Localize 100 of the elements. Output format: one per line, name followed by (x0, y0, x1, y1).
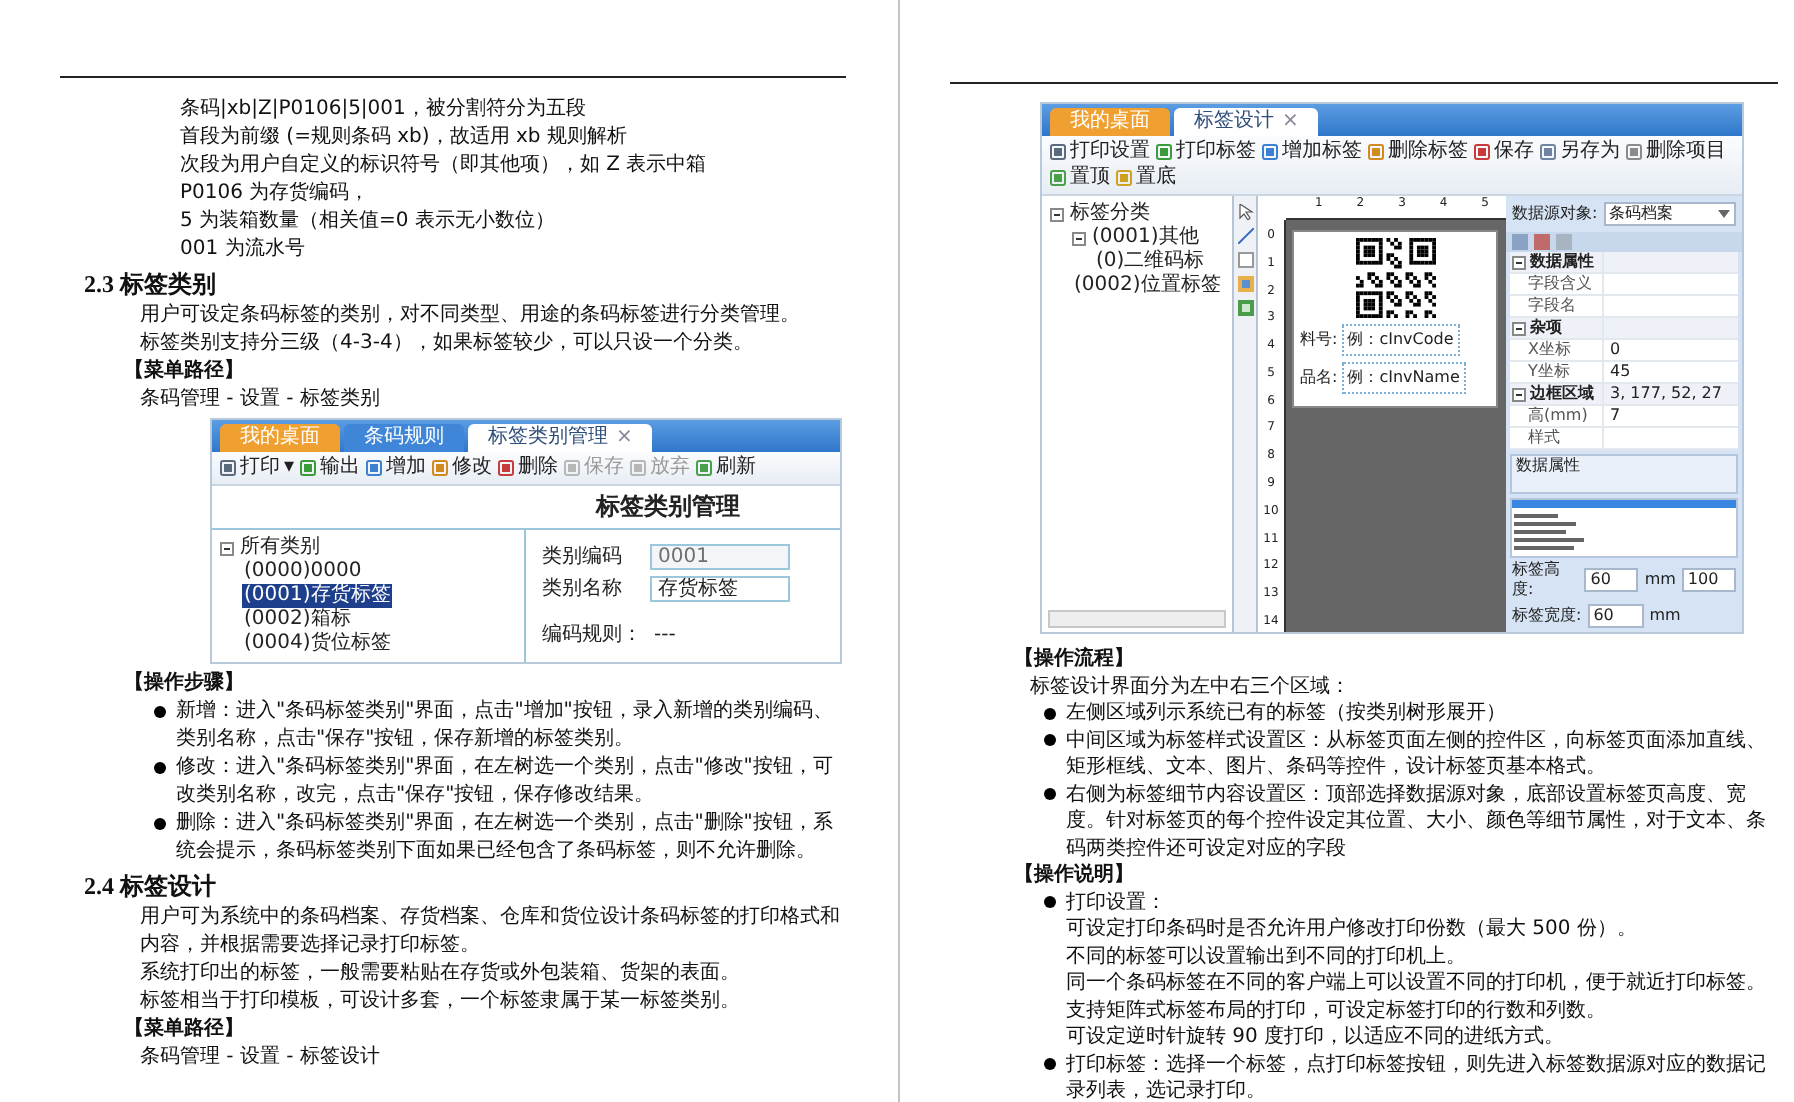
collapse-icon[interactable] (1512, 255, 1526, 269)
caret-icon[interactable]: ▾ (284, 456, 295, 480)
field-value: --- (654, 624, 676, 648)
tool-icon (366, 460, 383, 476)
subheading: 【操作说明】 (1012, 862, 1136, 889)
bullet-icon (154, 706, 166, 718)
bullet-icon (1044, 1058, 1056, 1071)
toolbar-button[interactable]: 刷新 (696, 456, 757, 480)
property-category: 数据属性 (1510, 252, 1602, 272)
toolbar-button[interactable]: 打印标签 (1156, 140, 1256, 164)
source-dropdown[interactable]: 条码档案 (1603, 202, 1736, 226)
toolbar-button[interactable]: 另存为 (1540, 140, 1620, 164)
toolbar-button[interactable]: 增加 (366, 456, 427, 480)
unit-label: mm (1649, 606, 1681, 626)
collapse-icon[interactable] (1050, 207, 1064, 221)
bullet-text: 新增：进入"条码标签类别"界面，点击"增加"按钮，录入新增的类别编码、类别名称，点击"保存"按钮，保存新增的标签类别。 (176, 698, 835, 754)
toolbar-button[interactable]: 保存 (1474, 140, 1534, 164)
number-field[interactable]: 60 (1584, 568, 1639, 592)
input-field[interactable]: 存货标签 (650, 576, 790, 602)
paragraph: 用户可为系统中的条码档案、存货档案、仓库和货位设计条码标签的打印格式和内容，并根据需要选择记录打印标签。 (138, 904, 842, 960)
body-text: 5 为装箱数量（相关值=0 表示无小数位） (178, 208, 557, 236)
text-icon[interactable] (1237, 252, 1253, 268)
tab[interactable]: 标签类别管理 × (468, 424, 653, 452)
text-field[interactable]: 例：cInvCode (1341, 324, 1460, 356)
field-label: 品名: (1300, 366, 1338, 390)
tool-icon (1474, 144, 1490, 160)
collapse-icon[interactable] (220, 541, 234, 555)
scrollbar[interactable] (1048, 610, 1226, 628)
paragraph: 用户可设定条码标签的类别，对不同类型、用途的条码标签进行分类管理。 (138, 302, 802, 330)
close-icon[interactable]: × (616, 426, 633, 450)
section-heading: 2.3 标签类别 (82, 268, 218, 302)
collapse-icon[interactable] (1512, 387, 1526, 401)
collapse-icon[interactable] (1512, 321, 1526, 335)
tool-icon (300, 460, 317, 476)
toolbar-button[interactable]: 删除 (498, 456, 559, 480)
tree-item[interactable]: (0000)0000 (242, 560, 364, 584)
line-icon[interactable] (1237, 228, 1253, 244)
pointer-icon[interactable] (1237, 204, 1253, 220)
toolbar-button[interactable]: 输出 (300, 456, 361, 480)
collapse-icon[interactable] (1072, 231, 1086, 245)
subheading: 【操作流程】 (1012, 646, 1136, 673)
tab[interactable]: 条码规则 (344, 424, 464, 452)
property-value[interactable]: 7 (1602, 406, 1738, 426)
toolbar-button[interactable]: 置底 (1116, 166, 1176, 190)
toolbar-button[interactable]: 删除标签 (1368, 140, 1468, 164)
property-value[interactable]: 45 (1602, 362, 1738, 382)
property-name: Y坐标 (1526, 362, 1572, 382)
tool-icon (1116, 170, 1132, 186)
property-value[interactable]: 3, 177, 52, 27 (1602, 384, 1738, 404)
tool-icon (1540, 144, 1556, 160)
tree-item[interactable]: 标签分类 (1068, 202, 1152, 226)
bullet-icon (1044, 707, 1056, 720)
property-value[interactable]: 0 (1602, 340, 1738, 360)
tree-item[interactable]: 所有类别 (238, 536, 322, 560)
tree-item[interactable]: (0)二维码标 (1094, 250, 1207, 274)
number-field[interactable]: 60 (1587, 604, 1644, 628)
tree-item[interactable]: (0001)存货标签 (242, 584, 393, 608)
toolbar-button[interactable]: 打印设置 (1050, 140, 1150, 164)
toolbar-button[interactable]: 增加标签 (1262, 140, 1362, 164)
bullet-text: 打印标签：选择一个标签，点打印标签按钮，则先进入标签数据源对应的数据记录列表，选记录打印。 (1066, 1051, 1768, 1102)
tree-item[interactable]: (0002)位置标签 (1072, 274, 1223, 298)
paragraph: 支持矩阵式标签布局的打印，可设定标签打印的行数和列数。 (1064, 997, 1608, 1024)
paragraph: 可设定打印条码时是否允许用户修改打印份数（最大 500 份）。 (1064, 916, 1639, 943)
image-icon[interactable] (1237, 276, 1253, 292)
number-field[interactable]: 100 (1681, 568, 1736, 592)
paragraph: 条码管理 - 设置 - 标签设计 (138, 1044, 382, 1072)
bullet-icon (154, 762, 166, 774)
field-label: 料号: (1300, 328, 1338, 352)
section-heading: 2.4 标签设计 (82, 870, 218, 904)
bullet-icon (154, 818, 166, 830)
property-description: 数据属性 (1510, 454, 1738, 494)
paragraph: 同一个条码标签在不同的客户端上可以设置不同的打印机，便于就近打印标签。 (1064, 970, 1768, 997)
bullet-text: 删除：进入"条码标签类别"界面，在左树选一个类别，点击"删除"按钮，系统会提示，条码标签类别下面如果已经包含了条码标签，则不允许删除。 (176, 810, 835, 866)
body-text: 001 为流水号 (178, 236, 307, 264)
bullet-text: 右侧为标签细节内容设置区：顶部选择数据源对象，底部设置标签页高度、宽度。针对标签页的每个控件设定其位置、大小、颜色等细节属性，对于文本、条码两类控件还可设定对应的字段 (1066, 781, 1768, 862)
tab[interactable]: 标签设计 × (1174, 108, 1319, 136)
body-text: 次段为用户自定义的标识符号（即其他项），如 Z 表示中箱 (178, 152, 709, 180)
subheading: 【菜单路径】 (122, 1016, 246, 1044)
barcode-icon[interactable] (1237, 300, 1253, 316)
body-text: P0106 为存货编码， (178, 180, 372, 208)
subheading: 【操作步骤】 (122, 670, 246, 698)
toolbar-button[interactable]: 删除项目 (1626, 140, 1726, 164)
tree-item[interactable]: (0001)其他 (1090, 226, 1201, 250)
chevron-down-icon (1718, 210, 1730, 218)
bullet-text: 打印设置： (1066, 889, 1168, 916)
text-field[interactable]: 例：cInvName (1341, 362, 1466, 394)
property-name: 样式 (1526, 428, 1562, 448)
paragraph: 系统打印出的标签，一般需要粘贴在存货或外包装箱、货架的表面。 (138, 960, 742, 988)
tree-item[interactable]: (0002)箱标 (242, 608, 353, 632)
property-category: 杂项 (1510, 318, 1602, 338)
field-label: 标签宽度: (1512, 606, 1582, 626)
bullet-icon (1044, 788, 1056, 801)
qr-code (1355, 238, 1435, 318)
tree-item[interactable]: (0004)货位标签 (242, 632, 393, 656)
toolbar-button[interactable]: 修改 (432, 456, 493, 480)
toolbar-button[interactable]: 置顶 (1050, 166, 1110, 190)
property-name: X坐标 (1526, 340, 1573, 360)
close-icon[interactable]: × (1282, 110, 1299, 134)
toolbar-button[interactable]: 打印 ▾ (220, 456, 295, 480)
unit-label: mm (1644, 570, 1676, 590)
